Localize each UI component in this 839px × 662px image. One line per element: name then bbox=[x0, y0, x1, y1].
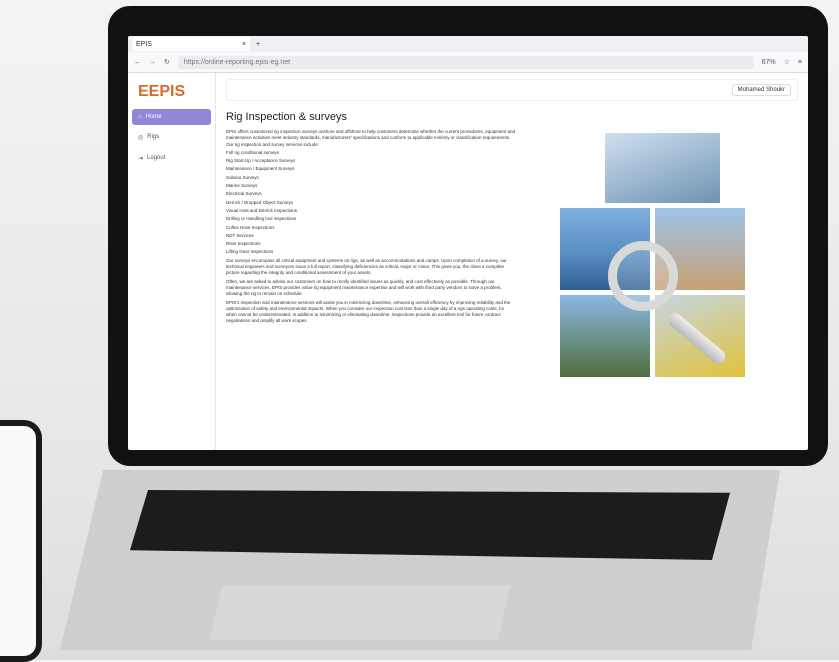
top-bar: Mohamed Shoukr bbox=[226, 79, 798, 101]
url-text: https://online-reporting.epis-eg.net bbox=[183, 58, 291, 66]
star-icon[interactable]: ☆ bbox=[784, 58, 790, 66]
sidebar-item-label: Logout bbox=[147, 155, 166, 161]
list-item: Subsea Surveys bbox=[226, 174, 259, 180]
rig-icon: ◎ bbox=[138, 135, 144, 141]
phone-device bbox=[0, 420, 42, 662]
reload-icon[interactable]: ↻ bbox=[164, 58, 170, 66]
list-item: NDT Services bbox=[226, 232, 254, 238]
tab-title: EPIS bbox=[136, 40, 152, 48]
user-menu-button[interactable]: Mohamed Shoukr bbox=[731, 84, 791, 96]
home-icon: ⌂ bbox=[138, 114, 142, 120]
paragraph: EPIS's inspection and maintenance servic… bbox=[226, 299, 511, 324]
paragraph: Our surveys encompass all critical equip… bbox=[226, 257, 507, 276]
list-item: Drilling or Handling tool inspections bbox=[226, 216, 297, 222]
list-item: Visual Host and Derrick Inspections bbox=[226, 207, 297, 213]
logout-icon: ⇥ bbox=[138, 156, 144, 162]
main-content: Mohamed Shoukr Rig Inspection & surveys … bbox=[216, 73, 808, 450]
list-item: Coflex Hose Inspections bbox=[226, 224, 275, 230]
menu-icon[interactable]: ≡ bbox=[798, 59, 802, 66]
url-field[interactable]: https://online-reporting.epis-eg.net bbox=[177, 55, 754, 69]
address-bar-row: ← → ↻ https://online-reporting.epis-eg.n… bbox=[128, 52, 808, 73]
epis-logo: EEPIS bbox=[138, 83, 186, 100]
list-item: Electrical Surveys bbox=[226, 191, 262, 197]
back-icon[interactable]: ← bbox=[134, 59, 141, 66]
laptop-screen: EPIS × + ← → ↻ https://online-reporting.… bbox=[128, 36, 808, 450]
app-shell: EEPIS ⌂ Home ◎ Rigs ⇥ Logout Mohamed Sho… bbox=[128, 73, 808, 450]
page-title: Rig Inspection & surveys bbox=[226, 111, 348, 123]
list-item: Riser Inspections bbox=[226, 241, 261, 247]
photo-worker-rope-access bbox=[603, 131, 722, 205]
forward-icon[interactable]: → bbox=[149, 59, 156, 66]
sidebar: EEPIS ⌂ Home ◎ Rigs ⇥ Logout bbox=[128, 73, 216, 450]
list-item: Rig Start-Up / Acceptance Surveys bbox=[226, 158, 296, 164]
paragraph: Often, we are asked to advise our custom… bbox=[226, 278, 502, 297]
laptop-keyboard bbox=[130, 490, 730, 560]
list-item: Maintenance / Equipment Surveys bbox=[226, 166, 295, 172]
sidebar-item-label: Home bbox=[145, 114, 162, 120]
list-item: Full rig conditional surveys bbox=[226, 149, 280, 155]
paragraph: EPIS offers customized rig inspection su… bbox=[226, 129, 515, 147]
close-icon[interactable]: × bbox=[242, 41, 246, 48]
list-item: Marine Surveys bbox=[226, 183, 258, 189]
zoom-badge[interactable]: 67% bbox=[762, 59, 776, 66]
browser-tab-bar: EPIS × + bbox=[128, 36, 808, 52]
sidebar-item-home[interactable]: ⌂ Home bbox=[132, 109, 211, 125]
list-item: Derrick / Dropped Object Surveys bbox=[226, 199, 294, 205]
list-item: Lifting Gear Inspections bbox=[226, 249, 274, 255]
magnifier-lens bbox=[608, 241, 678, 311]
rig-photo-collage bbox=[558, 131, 748, 381]
browser-tab[interactable]: EPIS × bbox=[132, 37, 250, 51]
new-tab-icon[interactable]: + bbox=[256, 41, 260, 48]
sidebar-item-rigs[interactable]: ◎ Rigs bbox=[132, 129, 211, 146]
page-body: EPIS offers customized rig inspection su… bbox=[226, 129, 516, 325]
laptop-trackpad bbox=[210, 585, 510, 640]
sidebar-item-label: Rigs bbox=[147, 134, 160, 140]
sidebar-item-logout[interactable]: ⇥ Logout bbox=[132, 150, 211, 167]
